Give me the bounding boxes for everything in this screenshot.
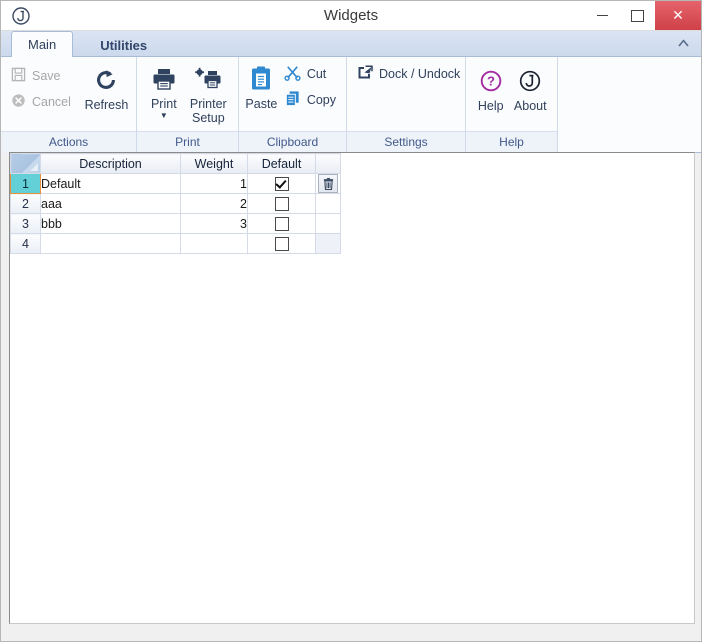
- ribbon-group-help: ? Help About Help: [466, 57, 558, 153]
- table-row[interactable]: 4: [11, 234, 341, 254]
- window-controls: ✕: [585, 1, 701, 30]
- content-panel: Description Weight Default 1 Default 1: [9, 152, 695, 624]
- about-button[interactable]: About: [510, 63, 551, 113]
- ribbon-group-label-settings: Settings: [347, 131, 465, 153]
- column-header-description[interactable]: Description: [41, 154, 181, 174]
- ribbon: Save Cancel: [1, 57, 701, 153]
- ribbon-group-print: Print ▼: [137, 57, 239, 153]
- copy-button[interactable]: Copy: [280, 88, 340, 112]
- table-row[interactable]: 2 aaa 2: [11, 194, 341, 214]
- dock-arrow-icon: [357, 65, 373, 83]
- ribbon-group-clipboard: Paste Cut: [239, 57, 347, 153]
- cell-default-1[interactable]: [248, 174, 316, 194]
- ribbon-group-settings: Dock / Undock Settings: [347, 57, 466, 153]
- minimize-button[interactable]: [585, 1, 620, 30]
- trash-icon: [323, 178, 334, 190]
- chevron-down-icon[interactable]: ▼: [160, 112, 168, 120]
- save-button-label: Save: [32, 69, 61, 83]
- ribbon-group-label-print: Print: [137, 131, 238, 153]
- printer-setup-button-label: Printer Setup: [185, 97, 232, 125]
- cell-description-1[interactable]: Default: [41, 174, 181, 194]
- cut-button-label: Cut: [307, 67, 326, 81]
- ribbon-group-actions: Save Cancel: [1, 57, 137, 153]
- ribbon-group-label-clipboard: Clipboard: [239, 131, 346, 153]
- maximize-button[interactable]: [620, 1, 655, 30]
- cell-default-3[interactable]: [248, 214, 316, 234]
- copy-button-label: Copy: [307, 93, 336, 107]
- paste-button[interactable]: Paste: [245, 61, 278, 111]
- ribbon-tab-bar: Main Utilities: [1, 31, 701, 57]
- cut-button[interactable]: Cut: [280, 62, 340, 86]
- checkbox-default-4[interactable]: [275, 237, 289, 251]
- save-button[interactable]: Save: [7, 64, 75, 88]
- about-button-label: About: [514, 99, 547, 113]
- delete-row-button-1[interactable]: [318, 174, 338, 193]
- table-row[interactable]: 1 Default 1: [11, 174, 341, 194]
- chevron-up-icon[interactable]: [675, 35, 691, 51]
- checkbox-default-3[interactable]: [275, 217, 289, 231]
- dock-undock-button-label: Dock / Undock: [379, 67, 460, 81]
- grid-corner-cell[interactable]: [11, 154, 41, 174]
- cancel-button[interactable]: Cancel: [7, 90, 75, 114]
- row-header-4[interactable]: 4: [11, 234, 41, 254]
- ribbon-group-label-help: Help: [466, 131, 557, 153]
- cell-default-4[interactable]: [248, 234, 316, 254]
- copy-icon: [284, 90, 301, 110]
- paste-button-label: Paste: [245, 97, 277, 111]
- corner-triangle-icon: [30, 163, 38, 171]
- application-window: Widgets ✕ Main Utilities: [0, 0, 702, 642]
- floppy-disk-icon: [11, 67, 26, 85]
- question-circle-icon: ?: [479, 65, 503, 97]
- column-header-default[interactable]: Default: [248, 154, 316, 174]
- ribbon-group-label-actions: Actions: [1, 131, 136, 153]
- tab-utilities[interactable]: Utilities: [83, 33, 164, 56]
- cancel-button-label: Cancel: [32, 95, 71, 109]
- row-header-2[interactable]: 2: [11, 194, 41, 214]
- row-header-3[interactable]: 3: [11, 214, 41, 234]
- refresh-button-label: Refresh: [85, 98, 129, 112]
- cell-description-2[interactable]: aaa: [41, 194, 181, 214]
- refresh-button[interactable]: Refresh: [83, 62, 130, 112]
- clipboard-icon: [248, 63, 274, 95]
- print-button-label: Print: [151, 97, 177, 111]
- help-button-label: Help: [478, 99, 504, 113]
- column-header-weight[interactable]: Weight: [181, 154, 248, 174]
- cancel-circle-icon: [11, 93, 26, 111]
- print-button[interactable]: Print ▼: [143, 61, 185, 120]
- checkbox-default-1[interactable]: [275, 177, 289, 191]
- printer-gear-icon: [194, 63, 222, 95]
- ribbon-empty-area: [558, 57, 701, 153]
- refresh-icon: [93, 64, 119, 96]
- cell-weight-4[interactable]: [181, 234, 248, 254]
- cell-weight-1[interactable]: 1: [181, 174, 248, 194]
- cell-description-4[interactable]: [41, 234, 181, 254]
- circled-j-icon: [7, 6, 35, 26]
- cell-weight-2[interactable]: 2: [181, 194, 248, 214]
- svg-text:?: ?: [487, 74, 495, 89]
- cell-actions-2: [316, 194, 341, 214]
- cell-actions-4: [316, 234, 341, 254]
- table-row[interactable]: 3 bbb 3: [11, 214, 341, 234]
- row-header-1[interactable]: 1: [11, 174, 41, 194]
- cell-weight-3[interactable]: 3: [181, 214, 248, 234]
- column-header-actions: [316, 154, 341, 174]
- grid-header-row: Description Weight Default: [11, 154, 341, 174]
- cell-actions-3: [316, 214, 341, 234]
- maximize-icon: [631, 10, 644, 22]
- scissors-icon: [284, 64, 301, 84]
- title-bar: Widgets ✕: [1, 1, 701, 31]
- cell-description-3[interactable]: bbb: [41, 214, 181, 234]
- widgets-grid: Description Weight Default 1 Default 1: [10, 153, 341, 254]
- printer-setup-button[interactable]: Printer Setup: [185, 61, 232, 125]
- checkbox-default-2[interactable]: [275, 197, 289, 211]
- circled-j-icon: [518, 65, 542, 97]
- tab-main[interactable]: Main: [11, 31, 73, 57]
- close-button[interactable]: ✕: [655, 1, 701, 30]
- cell-default-2[interactable]: [248, 194, 316, 214]
- minimize-icon: [597, 15, 608, 16]
- printer-icon: [151, 63, 177, 95]
- help-button[interactable]: ? Help: [472, 63, 510, 113]
- cell-actions-1: [316, 174, 341, 194]
- dock-undock-button[interactable]: Dock / Undock: [353, 62, 464, 86]
